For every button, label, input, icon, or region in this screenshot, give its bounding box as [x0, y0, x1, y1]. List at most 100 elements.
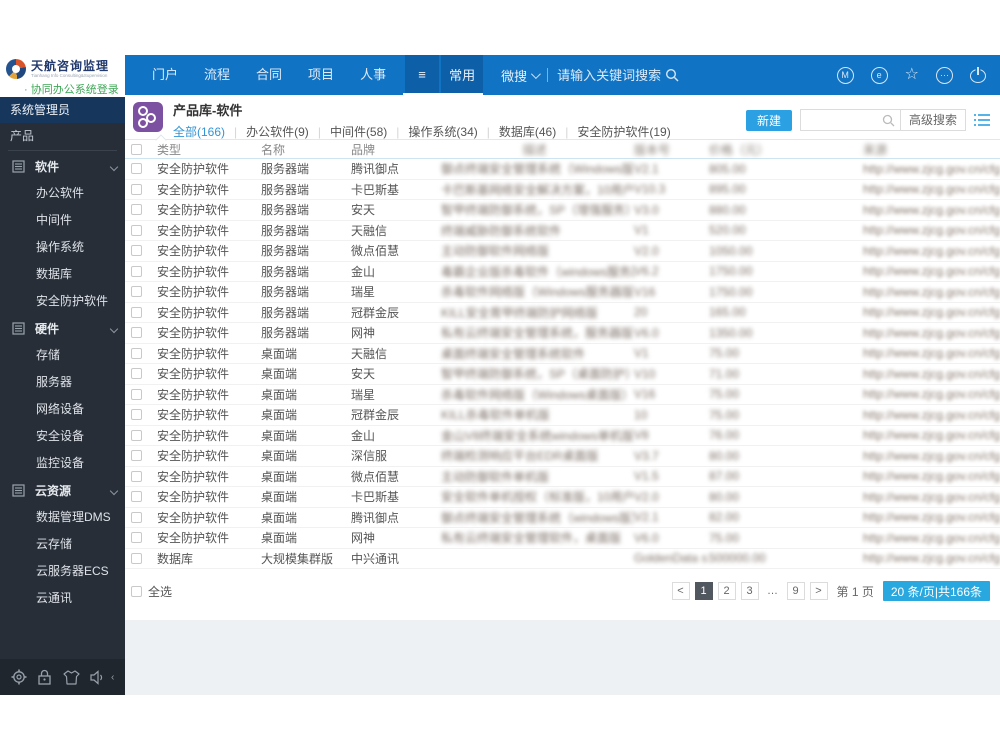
- star-icon[interactable]: ☆: [905, 67, 919, 83]
- cell-price-blurred: 1050.00: [709, 243, 753, 258]
- sidebar-item[interactable]: 中间件: [0, 207, 125, 234]
- tab-all[interactable]: 全部(166): [173, 123, 225, 140]
- table-row[interactable]: 安全防护软件 服务器端 瑞星 杀毒软件网络版（Windows服务器版） V16 …: [125, 282, 1000, 303]
- search-icon[interactable]: [882, 114, 895, 127]
- prev-page-button[interactable]: <: [671, 582, 690, 600]
- topnav-item[interactable]: 人事: [347, 55, 399, 95]
- row-checkbox[interactable]: [131, 470, 142, 482]
- sidebar-item[interactable]: 数据库: [0, 261, 125, 288]
- sidebar-item[interactable]: 网络设备: [0, 396, 125, 423]
- tab-database[interactable]: 数据库(46): [499, 123, 556, 140]
- sidebar-item[interactable]: 安全设备: [0, 423, 125, 450]
- table-row[interactable]: 安全防护软件 服务器端 微点佰慧 主动防御软件网络版 V2.0 1050.00 …: [125, 241, 1000, 262]
- row-checkbox[interactable]: [131, 327, 142, 339]
- page-size-badge[interactable]: 20 条/页|共166条: [882, 581, 990, 601]
- sidebar-group-cloud[interactable]: 云资源: [0, 477, 125, 504]
- table-row[interactable]: 安全防护软件 桌面端 深信服 终端检测响应平台EDR桌面版 V3.7 80.00…: [125, 446, 1000, 467]
- page-button-1[interactable]: 1: [694, 582, 713, 600]
- lock-icon[interactable]: [37, 669, 52, 685]
- row-checkbox[interactable]: [131, 552, 142, 564]
- table-row[interactable]: 安全防护软件 桌面端 微点佰慧 主动防御软件单机版 V1.5 87.00 htt…: [125, 467, 1000, 487]
- page-button-9[interactable]: 9: [786, 582, 805, 600]
- table-row[interactable]: 安全防护软件 服务器端 网神 私有云终端安全管理系统，服务器版 V6.0 135…: [125, 323, 1000, 344]
- topnav-item[interactable]: 流程: [191, 55, 243, 95]
- power-icon[interactable]: [970, 67, 986, 83]
- sound-icon[interactable]: [90, 669, 106, 685]
- row-checkbox[interactable]: [131, 409, 142, 421]
- sidebar-item[interactable]: 办公软件: [0, 180, 125, 207]
- row-checkbox[interactable]: [131, 286, 142, 298]
- sidebar-item[interactable]: 云服务器ECS: [0, 558, 125, 585]
- topnav-item-pinned[interactable]: 常用: [441, 55, 484, 93]
- tab-office-software[interactable]: 办公软件(9): [246, 123, 309, 140]
- row-checkbox[interactable]: [131, 429, 142, 441]
- sidebar-group-software[interactable]: 软件: [0, 153, 125, 180]
- table-search-input[interactable]: [804, 111, 877, 129]
- table-row[interactable]: 安全防护软件 桌面端 冠群金辰 KILL杀毒软件单机版 10 75.00 htt…: [125, 405, 1000, 426]
- row-checkbox[interactable]: [131, 224, 142, 236]
- sidebar-item[interactable]: 操作系统: [0, 234, 125, 261]
- row-checkbox[interactable]: [131, 265, 142, 277]
- sidebar-item[interactable]: 存储: [0, 342, 125, 369]
- table-row[interactable]: 安全防护软件 桌面端 天融信 桌面终端安全管理系统软件 V1 75.00 htt…: [125, 344, 1000, 364]
- table-row[interactable]: 安全防护软件 服务器端 冠群金辰 KILL安全胄甲终端防护网络版 20 165.…: [125, 303, 1000, 323]
- m-icon[interactable]: M: [836, 66, 854, 84]
- list-view-icon[interactable]: [974, 113, 990, 127]
- table-row[interactable]: 数据库 大规模集群版 中兴通讯 GoldenData s... 500000.0…: [125, 549, 1000, 569]
- more-icon[interactable]: ···: [936, 66, 953, 84]
- tab-os[interactable]: 操作系统(34): [408, 123, 477, 140]
- theme-icon[interactable]: [63, 669, 80, 685]
- settings-icon[interactable]: [11, 669, 27, 685]
- row-checkbox[interactable]: [131, 163, 142, 175]
- sidebar-group-hardware[interactable]: 硬件: [0, 315, 125, 342]
- row-checkbox[interactable]: [131, 450, 142, 462]
- table-row[interactable]: 安全防护软件 桌面端 卡巴斯基 安全软件单机授权（标准版，10用户） V2.0 …: [125, 487, 1000, 508]
- row-checkbox[interactable]: [131, 368, 142, 380]
- tab-middleware[interactable]: 中间件(58): [330, 123, 387, 140]
- select-all-checkbox[interactable]: [131, 143, 142, 155]
- row-checkbox[interactable]: [131, 511, 142, 523]
- row-checkbox[interactable]: [131, 388, 142, 400]
- page-ellipsis: …: [767, 585, 778, 597]
- page-button-3[interactable]: 3: [740, 582, 759, 600]
- sidebar-item[interactable]: 云存储: [0, 531, 125, 558]
- sidebar-item[interactable]: 服务器: [0, 369, 125, 396]
- sidebar-item[interactable]: 云通讯: [0, 585, 125, 612]
- row-checkbox[interactable]: [131, 204, 142, 216]
- search-scope-dropdown[interactable]: 微搜: [501, 66, 541, 85]
- select-all-checkbox-bottom[interactable]: [131, 585, 142, 597]
- row-checkbox[interactable]: [131, 491, 142, 503]
- search-icon[interactable]: [665, 68, 679, 82]
- table-row[interactable]: 安全防护软件 服务器端 金山 毒霸企业版杀毒软件（windows服务器版） V6…: [125, 262, 1000, 282]
- row-checkbox[interactable]: [131, 245, 142, 257]
- row-checkbox[interactable]: [131, 532, 142, 544]
- table-row[interactable]: 安全防护软件 桌面端 腾讯御点 御点终端安全管理系统（windows版）V2.1…: [125, 508, 1000, 528]
- sidebar-item[interactable]: 数据管理DMS: [0, 504, 125, 531]
- collapse-arrow-icon[interactable]: ‹: [111, 672, 114, 683]
- new-button[interactable]: 新建: [745, 109, 792, 131]
- table-row[interactable]: 安全防护软件 服务器端 卡巴斯基 卡巴斯基网络安全解决方案，10用户… V10.…: [125, 180, 1000, 200]
- topnav-item[interactable]: 合同: [243, 55, 295, 95]
- table-row[interactable]: 安全防护软件 服务器端 安天 智甲终端防御系统，SP（增强服务） V3.0 88…: [125, 200, 1000, 221]
- topnav-item[interactable]: 项目: [295, 55, 347, 95]
- sidebar-item[interactable]: 监控设备: [0, 450, 125, 477]
- more-menu-button[interactable]: ≡: [405, 55, 440, 93]
- tab-security-software[interactable]: 安全防护软件(19): [577, 123, 670, 140]
- page-button-2[interactable]: 2: [717, 582, 736, 600]
- global-search-input[interactable]: [557, 67, 666, 83]
- next-page-button[interactable]: >: [809, 582, 828, 600]
- table-row[interactable]: 安全防护软件 桌面端 安天 智甲终端防御系统，SP（桌面防护） V10 71.0…: [125, 364, 1000, 385]
- table-row[interactable]: 安全防护软件 桌面端 网神 私有云终端安全管理软件，桌面版 V6.0 75.00…: [125, 528, 1000, 549]
- sidebar-item[interactable]: 安全防护软件: [0, 288, 125, 315]
- advanced-search-button[interactable]: 高级搜索: [899, 110, 965, 130]
- table-row[interactable]: 安全防护软件 桌面端 金山 金山V8终端安全系统windows单机版 V8 76…: [125, 426, 1000, 446]
- message-icon[interactable]: e: [870, 66, 888, 84]
- table-row[interactable]: 安全防护软件 服务器端 腾讯御点 御点终端安全管理系统（Windows版） V2…: [125, 159, 1000, 180]
- table-row[interactable]: 安全防护软件 桌面端 瑞星 杀毒软件网络版（Windows桌面版） V16 75…: [125, 385, 1000, 405]
- row-checkbox[interactable]: [131, 347, 142, 359]
- row-checkbox[interactable]: [131, 306, 142, 318]
- topnav-item[interactable]: 门户: [139, 55, 191, 95]
- table-row[interactable]: 安全防护软件 服务器端 天融信 终端威胁防御系统软件 V1 520.00 htt…: [125, 221, 1000, 241]
- row-checkbox[interactable]: [131, 183, 142, 195]
- oa-login-link[interactable]: · 协同办公系统登录: [24, 81, 119, 97]
